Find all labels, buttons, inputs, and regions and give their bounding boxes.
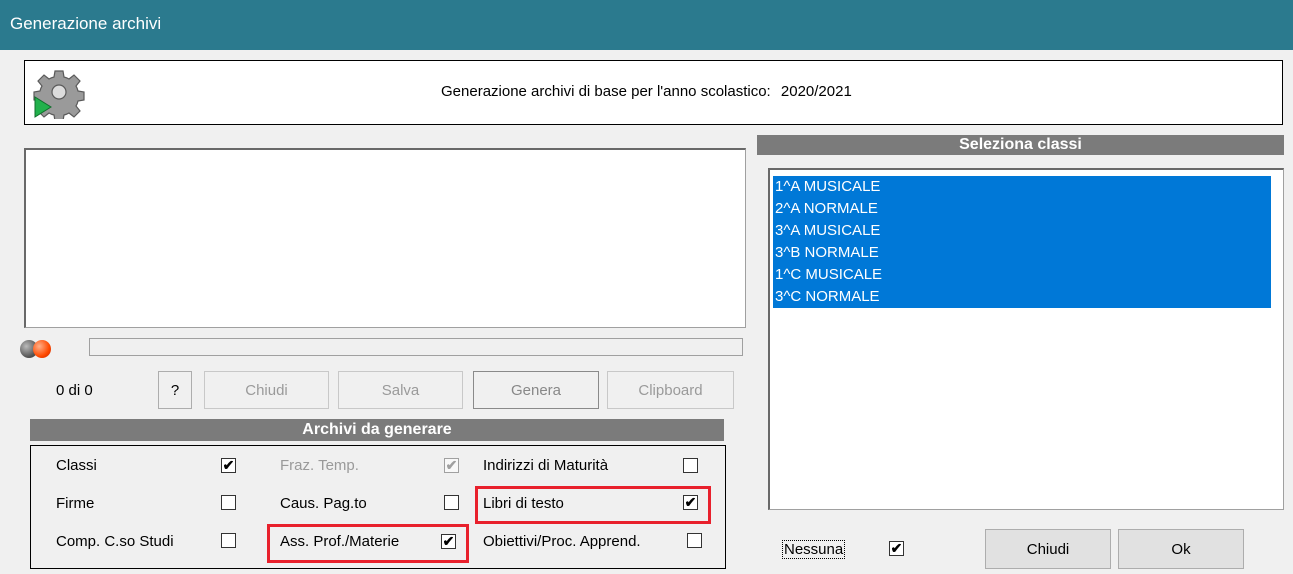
genera-button[interactable]: Genera (473, 371, 599, 409)
checkbox-indirizzi[interactable] (683, 458, 698, 473)
checkbox-obiettivi[interactable] (687, 533, 702, 548)
highlight-ass-prof (267, 524, 469, 563)
checkbox-firme[interactable] (221, 495, 236, 510)
chiudi-button[interactable]: Chiudi (985, 529, 1111, 569)
archivio-label-classi: Classi (56, 457, 97, 474)
clipboard-button[interactable]: Clipboard (607, 371, 734, 409)
status-led-red-icon (33, 340, 51, 358)
log-area[interactable] (24, 148, 746, 328)
gear-play-icon (33, 70, 85, 119)
archivio-label-obiettivi: Obiettivi/Proc. Apprend. (483, 533, 641, 550)
checkbox-nessuna[interactable]: ✔ (889, 541, 904, 556)
nessuna-label[interactable]: Nessuna (782, 540, 846, 559)
list-item[interactable]: 3^C NORMALE (773, 286, 1271, 308)
checkbox-fraz-temp[interactable]: ✔ (444, 458, 459, 473)
window-title: Generazione archivi (10, 14, 162, 33)
archivio-label-fraz-temp: Fraz. Temp. (280, 457, 359, 474)
checkbox-caus-pag[interactable] (444, 495, 459, 510)
ok-button[interactable]: Ok (1118, 529, 1244, 569)
archivio-label-caus-pag: Caus. Pag.to (280, 495, 367, 512)
list-item[interactable]: 2^A NORMALE (773, 198, 1271, 220)
archivi-heading: Archivi da generare (30, 419, 724, 441)
progress-bar (89, 338, 743, 356)
list-item[interactable]: 1^A MUSICALE (773, 176, 1271, 198)
list-item[interactable]: 3^A MUSICALE (773, 220, 1271, 242)
header-panel: Generazione archivi di base per l'anno s… (24, 60, 1283, 125)
list-item[interactable]: 3^B NORMALE (773, 242, 1271, 264)
highlight-libri (475, 486, 711, 524)
archivio-label-comp-studi: Comp. C.so Studi (56, 533, 174, 550)
classi-heading: Seleziona classi (757, 135, 1284, 155)
chiudi-log-button[interactable]: Chiudi (204, 371, 329, 409)
list-item[interactable]: 1^C MUSICALE (773, 264, 1271, 286)
checkbox-classi[interactable]: ✔ (221, 458, 236, 473)
archivio-label-indirizzi: Indirizzi di Maturità (483, 457, 609, 474)
progress-count: 0 di 0 (56, 382, 93, 399)
school-year: 2020/2021 (780, 83, 852, 100)
classi-list[interactable]: 1^A MUSICALE 2^A NORMALE 3^A MUSICALE 3^… (768, 168, 1284, 510)
help-button[interactable]: ? (158, 371, 192, 409)
salva-button[interactable]: Salva (338, 371, 463, 409)
title-bar: Generazione archivi (0, 0, 1293, 50)
checkbox-comp-studi[interactable] (221, 533, 236, 548)
archivio-label-firme: Firme (56, 495, 95, 512)
header-label: Generazione archivi di base per l'anno s… (441, 83, 771, 100)
header-text: Generazione archivi di base per l'anno s… (441, 83, 852, 100)
